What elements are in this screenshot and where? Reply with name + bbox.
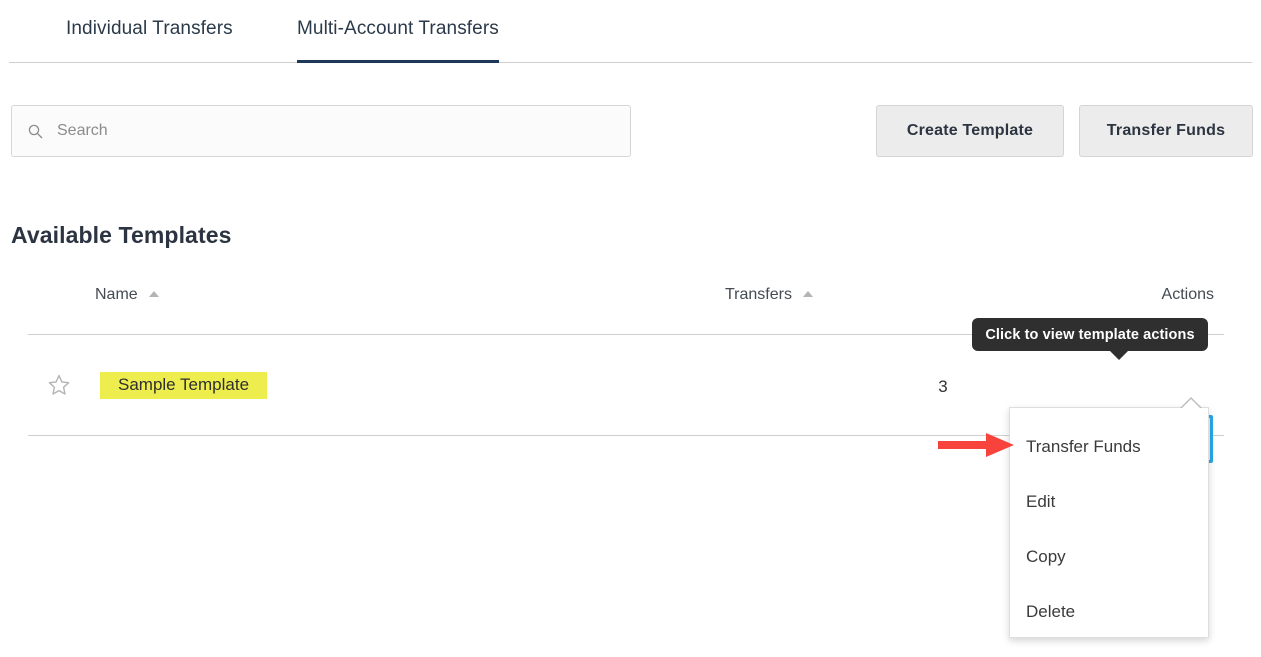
menu-item-transfer-funds[interactable]: Transfer Funds: [1026, 437, 1141, 457]
favorite-star-icon[interactable]: [47, 373, 71, 397]
column-header-name-label: Name: [95, 286, 138, 303]
create-template-button[interactable]: Create Template: [876, 105, 1064, 157]
search-icon: [28, 124, 43, 139]
menu-caret-inner-icon: [1181, 399, 1201, 409]
column-header-actions: Actions: [1162, 286, 1214, 304]
menu-item-edit[interactable]: Edit: [1026, 492, 1055, 512]
red-right-arrow-icon: [938, 431, 1014, 459]
sort-ascending-icon: [149, 290, 160, 297]
menu-item-delete[interactable]: Delete: [1026, 602, 1075, 622]
column-header-name[interactable]: Name: [95, 286, 160, 304]
template-actions-menu: Transfer Funds Edit Copy Delete: [1009, 397, 1209, 638]
tab-multi-account-transfers[interactable]: Multi-Account Transfers: [297, 18, 499, 63]
template-actions-tooltip: Click to view template actions: [972, 318, 1208, 360]
column-header-actions-label: Actions: [1161, 286, 1214, 303]
column-header-transfers-label: Transfers: [725, 286, 792, 303]
tab-individual-transfers[interactable]: Individual Transfers: [66, 18, 233, 60]
tab-bar: Individual Transfers Multi-Account Trans…: [9, 0, 1252, 63]
search-box[interactable]: [11, 105, 631, 157]
transfer-funds-button[interactable]: Transfer Funds: [1079, 105, 1253, 157]
cell-template-name: Sample Template: [100, 372, 268, 399]
template-name-highlight: Sample Template: [100, 372, 268, 399]
sort-ascending-icon: [803, 290, 814, 297]
search-input[interactable]: [55, 121, 599, 141]
cell-transfers-count: 3: [938, 377, 948, 396]
menu-item-copy[interactable]: Copy: [1026, 547, 1066, 567]
column-header-transfers[interactable]: Transfers: [725, 286, 814, 304]
page-title: Available Templates: [11, 222, 232, 248]
